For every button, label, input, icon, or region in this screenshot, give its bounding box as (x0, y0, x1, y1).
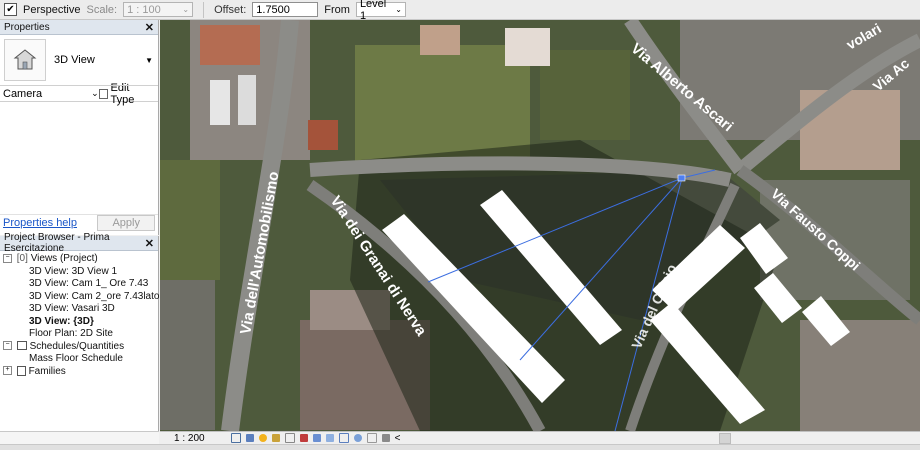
chevron-down-icon: ⌄ (91, 88, 99, 98)
offset-input[interactable]: 1.7500 (252, 2, 319, 17)
schedule-icon (16, 341, 27, 351)
render-icon[interactable] (284, 433, 295, 443)
roof (238, 75, 256, 125)
roof (200, 25, 260, 65)
properties-help-link[interactable]: Properties help (3, 217, 77, 229)
scroll-left-icon[interactable]: < (395, 433, 401, 444)
tree-item-label: 3D View: 3D View 1 (29, 265, 118, 277)
browser-tree: − [0] Views (Project) 3D View: 3D View 1… (0, 251, 160, 379)
urban-block (800, 320, 920, 431)
detail-level-icon[interactable] (230, 433, 241, 443)
chevron-down-icon: ⌄ (182, 5, 190, 14)
camera-icon[interactable] (677, 174, 686, 182)
tree-item-view[interactable]: Floor Plan: 2D Site (3, 328, 158, 341)
type-name: 3D View (54, 54, 95, 66)
field (160, 160, 220, 280)
tree-item-label: 3D View: Cam 1_ Ore 7.43 (29, 278, 149, 289)
highlight-displacement-icon[interactable] (381, 434, 390, 442)
properties-title: Properties (4, 21, 50, 33)
from-level-dropdown[interactable]: Level 1 ⌄ (355, 0, 406, 22)
properties-grid (0, 102, 158, 214)
tree-item-label: Mass Floor Schedule (29, 353, 123, 364)
crop-view-icon[interactable] (299, 434, 308, 442)
tree-item-schedule[interactable]: Mass Floor Schedule (3, 353, 158, 366)
lock-view-icon[interactable] (325, 434, 334, 442)
expand-icon[interactable]: + (3, 366, 12, 376)
offset-label: Offset: (214, 3, 247, 16)
tree-item-view[interactable]: 3D View: Vasari 3D (3, 303, 158, 316)
project-browser-title: Project Browser - Prima Esercitazione (4, 232, 110, 254)
urban-block (160, 280, 215, 430)
view-scale[interactable]: 1 : 200 (174, 433, 205, 444)
tree-item-label: 3D View: Vasari 3D (29, 303, 115, 314)
sun-path-icon[interactable] (258, 434, 267, 442)
views-icon: [0] (16, 253, 28, 264)
3d-viewport[interactable]: Via dell'Automobilismo Via dei Granai di… (160, 20, 920, 431)
from-level-value: Level 1 (359, 0, 387, 22)
visual-style-icon[interactable] (245, 434, 254, 442)
3d-view-type-icon (4, 39, 46, 81)
roof (308, 120, 338, 150)
bottom-status-strip (0, 444, 920, 450)
perspective-checkbox[interactable]: ✔ (4, 3, 17, 16)
edit-type-icon (98, 88, 109, 99)
from-label: From (324, 3, 350, 16)
scale-dropdown[interactable]: 1 : 100 ⌄ (123, 2, 194, 17)
tree-item-view-active[interactable]: 3D View: {3D} (3, 316, 158, 329)
scale-label: Scale: (86, 3, 118, 16)
tree-item-view[interactable]: 3D View: 3D View 1 (3, 266, 158, 279)
properties-palette: Properties ✕ 3D View ▼ Camera ⌄ Edit Typ… (0, 20, 159, 235)
views-header-label: Views (Project) (30, 253, 98, 264)
analytical-model-icon[interactable] (366, 433, 377, 443)
collapse-icon[interactable]: − (3, 341, 12, 351)
tree-node-views[interactable]: − [0] Views (Project) (3, 253, 158, 266)
apply-button[interactable]: Apply (97, 214, 155, 231)
shadows-icon[interactable] (271, 434, 280, 442)
tree-node-schedules[interactable]: − Schedules/Quantities (3, 341, 158, 354)
aerial-map-canvas[interactable]: Via dell'Automobilismo Via dei Granai di… (160, 20, 920, 431)
schedules-header-label: Schedules/Quantities (29, 340, 125, 352)
chevron-down-icon: ⌄ (395, 5, 402, 14)
project-browser-header: Project Browser - Prima Esercitazione ✕ (0, 232, 158, 254)
separator (203, 1, 205, 18)
tree-item-view[interactable]: 3D View: Cam 1_ Ore 7.43 (3, 278, 158, 291)
view-control-bar: 1 : 200 < (160, 431, 920, 444)
left-panel-footer (0, 431, 159, 445)
category-dropdown[interactable]: Camera ⌄ (3, 86, 99, 101)
roof (210, 80, 230, 125)
perspective-label: Perspective (23, 3, 81, 16)
reveal-hidden-icon[interactable] (353, 434, 362, 442)
tree-item-label: Floor Plan: 2D Site (29, 328, 113, 339)
dropdown-arrow-icon[interactable]: ▼ (145, 56, 153, 65)
temporary-hide-icon[interactable] (338, 433, 349, 443)
category-value: Camera (3, 87, 43, 100)
tree-item-view[interactable]: 3D View: Cam 2_ore 7.43lato (3, 290, 160, 304)
families-header-label: Families (28, 365, 66, 377)
type-selector[interactable]: 3D View ▼ (0, 35, 158, 86)
instance-filter-row: Camera ⌄ Edit Type (0, 82, 158, 106)
horizontal-scrollbar[interactable] (719, 432, 732, 444)
roof (420, 25, 460, 55)
project-browser: Project Browser - Prima Esercitazione ✕ … (0, 232, 160, 431)
close-icon[interactable]: ✕ (145, 21, 154, 34)
scale-value: 1 : 100 (127, 3, 161, 16)
roof (505, 28, 550, 66)
options-bar: ✔ Perspective Scale: 1 : 100 ⌄ Offset: 1… (0, 0, 920, 22)
show-crop-icon[interactable] (312, 434, 321, 442)
families-icon (16, 365, 26, 376)
close-icon[interactable]: ✕ (145, 237, 154, 250)
tree-item-label: 3D View: {3D} (29, 315, 94, 327)
properties-header: Properties ✕ (0, 20, 158, 35)
collapse-icon[interactable]: − (3, 253, 12, 263)
orchard (540, 50, 630, 140)
tree-node-families[interactable]: + Families (3, 366, 158, 379)
tree-item-label: 3D View: Cam 2_ore 7.43lato (29, 290, 160, 302)
properties-footer: Properties help Apply (0, 214, 158, 231)
